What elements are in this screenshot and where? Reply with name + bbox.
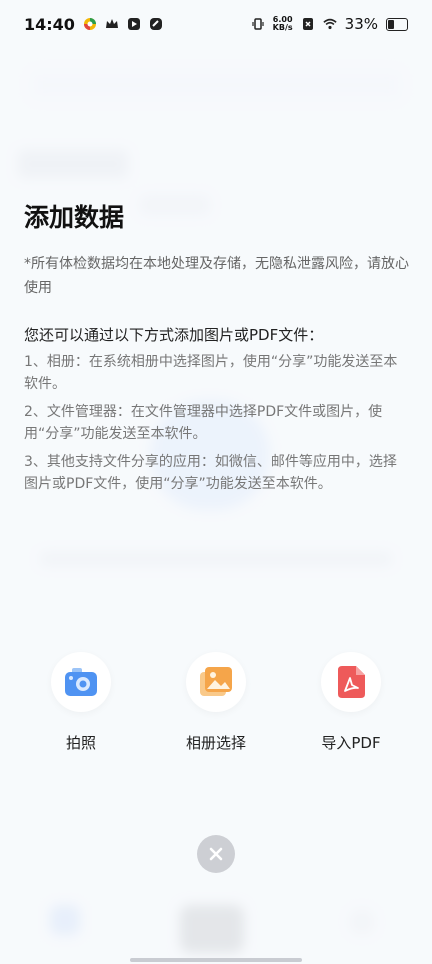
app-notification-icon <box>83 18 96 30</box>
camera-label: 拍照 <box>65 734 96 752</box>
pdf-icon-wrap[interactable] <box>321 652 381 712</box>
camera-icon-wrap[interactable] <box>51 652 111 712</box>
photo-album-icon <box>200 667 232 696</box>
status-bar: 14:40 6.00 KB/s 33% <box>0 0 432 48</box>
album-icon-wrap[interactable] <box>186 652 246 712</box>
close-button[interactable] <box>197 835 235 873</box>
battery-percent: 33% <box>344 15 378 33</box>
link-app-icon <box>149 18 162 30</box>
sheet-title: 添加数据 <box>24 203 125 232</box>
camera-icon <box>65 668 97 696</box>
video-app-icon <box>127 18 140 30</box>
method-item: 2、文件管理器：在文件管理器中选择PDF文件或图片，使用“分享”功能发送至本软件… <box>24 404 383 442</box>
vibrate-icon <box>252 18 264 30</box>
crown-icon <box>105 19 118 28</box>
album-select-label: 相册选择 <box>185 734 246 752</box>
methods-heading: 您还可以通过以下方式添加图片或PDF文件： <box>24 326 324 344</box>
pdf-file-icon <box>338 666 365 698</box>
add-data-sheet: 添加数据 *所有体检数据均在本地处理及存储，无隐私泄露风险，请放心使用 您还可以… <box>24 198 410 495</box>
status-time: 14:40 <box>24 14 75 34</box>
network-speed: 6.00 KB/s <box>273 16 293 32</box>
close-icon <box>209 847 223 861</box>
method-item: 1、相册：在系统相册中选择图片，使用“分享”功能发送至本软件。 <box>24 354 398 392</box>
import-pdf-label: 导入PDF <box>321 734 381 752</box>
privacy-note: *所有体检数据均在本地处理及存储，无隐私泄露风险，请放心使用 <box>24 256 409 296</box>
home-indicator[interactable] <box>130 958 302 962</box>
album-select-button[interactable]: 相册选择 <box>161 652 271 753</box>
method-item: 3、其他支持文件分享的应用：如微信、邮件等应用中，选择图片或PDF文件，使用“分… <box>24 454 397 492</box>
no-sim-icon <box>302 18 313 30</box>
camera-button[interactable]: 拍照 <box>26 652 136 753</box>
network-speed-unit: KB/s <box>272 23 293 32</box>
wifi-icon <box>323 18 337 30</box>
battery-icon <box>386 17 408 31</box>
import-pdf-button[interactable]: 导入PDF <box>296 652 406 753</box>
